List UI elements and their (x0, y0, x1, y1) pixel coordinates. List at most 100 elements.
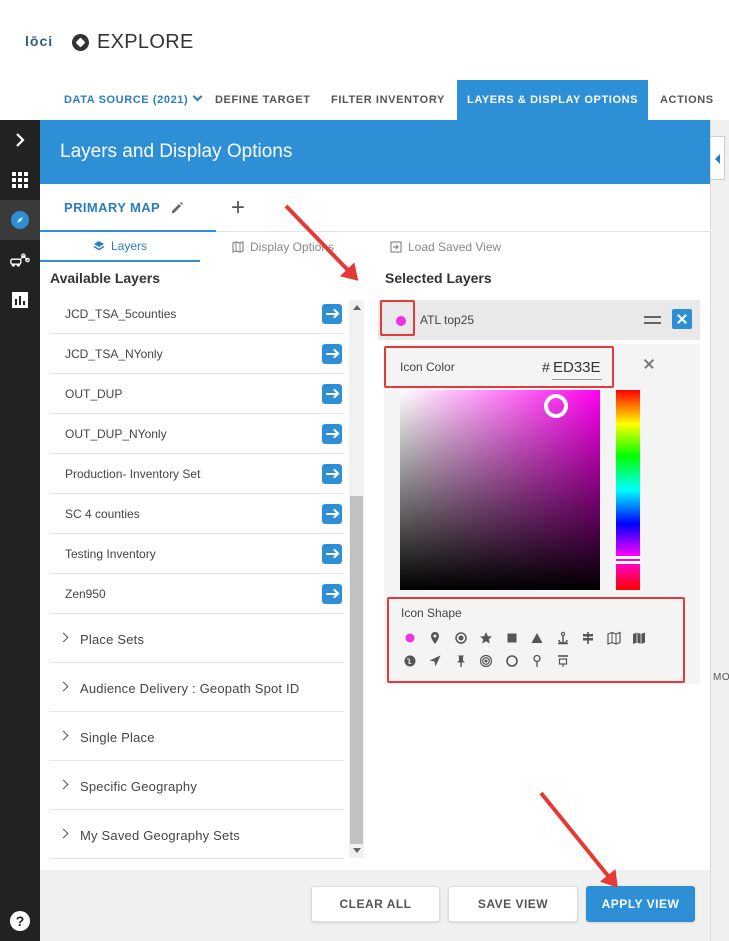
brand-logo[interactable]: lōci (25, 33, 53, 49)
list-item: Production- Inventory Set (50, 454, 344, 494)
group-label: Audience Delivery : Geopath Spot ID (80, 681, 300, 696)
expand-rail-button[interactable] (0, 120, 40, 160)
add-map-button[interactable]: + (231, 196, 245, 220)
tab-data-source[interactable]: DATA SOURCE (2021) (64, 80, 203, 120)
radio-target-icon[interactable] (479, 654, 493, 668)
close-icon[interactable] (642, 357, 656, 371)
panel-header: Layers and Display Options (40, 120, 710, 184)
list-item: SC 4 counties (50, 494, 344, 534)
icon-shape-options (403, 631, 673, 677)
tab-layers-display-options[interactable]: LAYERS & DISPLAY OPTIONS (457, 80, 649, 120)
add-layer-arrow-icon[interactable] (322, 384, 342, 404)
group-label: Specific Geography (80, 779, 198, 794)
left-rail: ? (0, 120, 40, 941)
add-layer-arrow-icon[interactable] (322, 504, 342, 524)
icon-color-label: Icon Color (400, 360, 455, 374)
triangle-icon[interactable] (530, 631, 544, 645)
square-icon[interactable] (505, 631, 519, 645)
tab-layers[interactable]: Layers (40, 232, 200, 262)
tab-data-source-label: DATA SOURCE (2021) (64, 94, 189, 106)
small-pin-icon[interactable] (530, 654, 544, 668)
tab-primary-map[interactable]: PRIMARY MAP (64, 200, 184, 215)
chevron-right-icon (58, 828, 69, 839)
group-row[interactable]: Specific Geography (50, 761, 344, 810)
available-layers-list: JCD_TSA_5counties JCD_TSA_NYonly OUT_DUP… (50, 294, 344, 614)
star-icon[interactable] (479, 631, 493, 645)
chevron-right-icon (58, 779, 69, 790)
explore-button[interactable] (0, 200, 40, 240)
hue-slider-handle[interactable] (616, 556, 640, 564)
layer-icon-highlight[interactable] (380, 300, 415, 336)
color-picker-handle[interactable] (544, 394, 568, 418)
add-layer-arrow-icon[interactable] (322, 464, 342, 484)
hex-color-input[interactable] (552, 356, 602, 380)
collapse-panel-button[interactable] (711, 136, 725, 180)
scroll-thumb[interactable] (350, 496, 363, 844)
map-filled-icon[interactable] (632, 631, 646, 645)
explore-compass-icon (11, 211, 29, 229)
chevron-down-icon (192, 91, 203, 102)
analytics-button[interactable] (0, 280, 40, 320)
group-row[interactable]: Place Sets (50, 614, 344, 663)
scroll-down-icon[interactable] (353, 848, 361, 853)
group-row[interactable]: Audience Delivery : Geopath Spot ID (50, 663, 344, 712)
layer-name: JCD_TSA_5counties (65, 307, 177, 321)
add-layer-arrow-icon[interactable] (322, 544, 342, 564)
help-icon: ? (10, 911, 30, 931)
layer-color-dot-icon[interactable] (396, 316, 406, 326)
tab-layers-label: Layers (110, 239, 148, 253)
add-layer-arrow-icon[interactable] (322, 424, 342, 444)
apply-view-button[interactable]: APPLY VIEW (586, 886, 695, 922)
available-layers-scrollbar[interactable] (349, 300, 364, 858)
icon-shape-section: Icon Shape (387, 597, 685, 683)
layer-name: SC 4 counties (65, 507, 140, 521)
save-view-button[interactable]: SAVE VIEW (448, 886, 578, 922)
app-title-text: EXPLORE (97, 31, 194, 53)
add-layer-arrow-icon[interactable] (322, 304, 342, 324)
apps-grid-button[interactable] (0, 160, 40, 200)
billboard-icon[interactable] (556, 654, 570, 668)
drag-handle-icon[interactable] (644, 316, 661, 324)
map-pin-icon[interactable] (428, 631, 442, 645)
workflow-tabs: DATA SOURCE (2021) DEFINE TARGET FILTER … (0, 80, 729, 120)
tab-load-saved-view[interactable]: Load Saved View (390, 232, 501, 262)
primary-map-label: PRIMARY MAP (64, 200, 161, 215)
help-button[interactable]: ? (0, 901, 40, 941)
layer-name: JCD_TSA_NYonly (65, 347, 163, 361)
globe-icon[interactable] (403, 654, 417, 668)
map-outline-icon[interactable] (607, 631, 621, 645)
tab-define-target[interactable]: DEFINE TARGET (215, 80, 311, 120)
add-layer-arrow-icon[interactable] (322, 584, 342, 604)
tab-actions[interactable]: ACTIONS (660, 80, 714, 120)
edit-pencil-icon[interactable] (170, 201, 184, 215)
remove-layer-button[interactable] (672, 309, 692, 329)
group-label: My Saved Geography Sets (80, 828, 240, 843)
chevron-right-icon (16, 133, 25, 147)
group-row[interactable]: Single Place (50, 712, 344, 761)
saturation-value-picker[interactable] (400, 390, 600, 590)
signpost-icon[interactable] (581, 631, 595, 645)
map-preview-strip[interactable]: MO (710, 120, 729, 941)
scroll-up-icon[interactable] (353, 305, 361, 310)
target-icon[interactable] (454, 631, 468, 645)
list-item: Zen950 (50, 574, 344, 614)
layer-name: OUT_DUP_NYonly (65, 427, 167, 441)
tab-filter-inventory[interactable]: FILTER INVENTORY (331, 80, 445, 120)
add-layer-arrow-icon[interactable] (322, 344, 342, 364)
compass-icon (72, 34, 89, 51)
list-item: OUT_DUP (50, 374, 344, 414)
chevron-right-icon (58, 681, 69, 692)
routes-button[interactable] (0, 240, 40, 280)
pushpin-icon[interactable] (454, 654, 468, 668)
panel-title: Layers and Display Options (60, 141, 293, 162)
list-item: OUT_DUP_NYonly (50, 414, 344, 454)
analytics-icon (12, 292, 28, 308)
clear-all-button[interactable]: CLEAR ALL (311, 886, 440, 922)
group-row[interactable]: My Saved Geography Sets (50, 810, 344, 859)
layer-name: Zen950 (65, 587, 106, 601)
navigation-arrow-icon[interactable] (428, 654, 442, 668)
chevron-right-icon (58, 730, 69, 741)
circle-outline-icon[interactable] (505, 654, 519, 668)
circle-icon[interactable] (403, 631, 417, 645)
anchor-icon[interactable] (556, 631, 570, 645)
